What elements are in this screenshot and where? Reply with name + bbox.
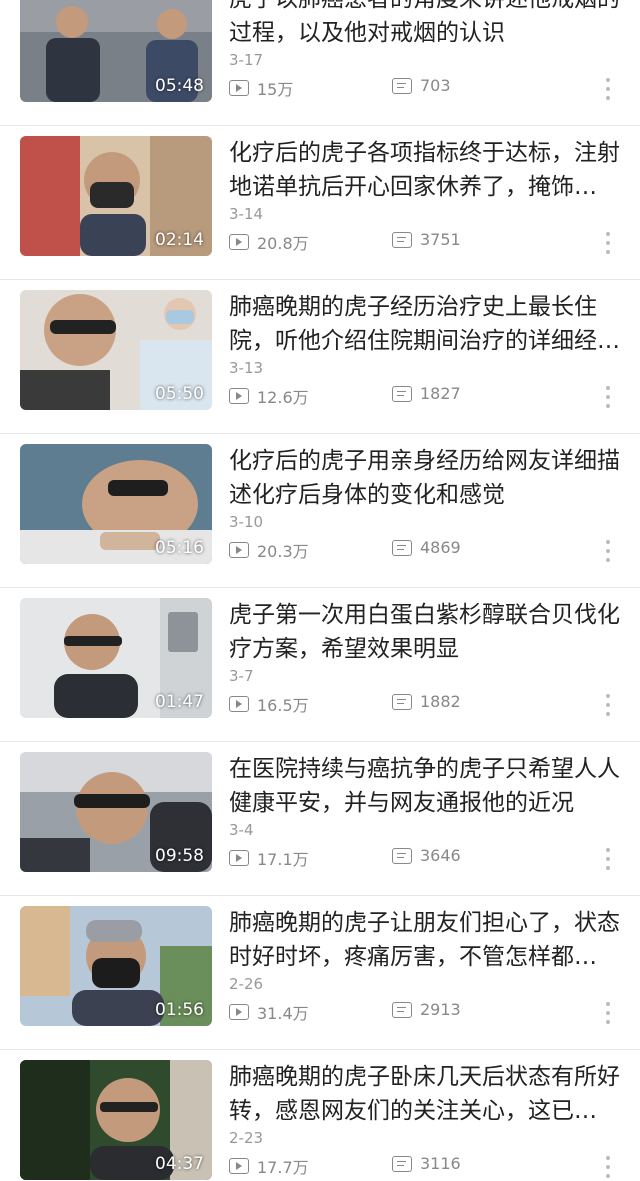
video-thumbnail[interactable]: 05:48 [20,0,212,102]
video-title[interactable]: 肺癌晚期的虎子卧床几天后状态有所好转，感恩网友们的关注关心，这已… [229,1060,621,1128]
more-options-icon[interactable] [600,1002,616,1024]
video-duration: 01:56 [155,1000,204,1020]
video-date: 2-26 [229,975,264,993]
video-thumbnail[interactable]: 09:58 [20,752,212,872]
comment-count-value: 3116 [420,1154,461,1173]
video-thumbnail[interactable]: 05:50 [20,290,212,410]
comment-icon [392,385,412,402]
view-count: 20.3万 [229,538,309,562]
video-thumbnail[interactable]: 05:16 [20,444,212,564]
view-count-value: 15万 [257,80,294,99]
play-count-icon [229,850,249,866]
video-duration: 02:14 [155,230,204,250]
video-date: 3-17 [229,51,264,69]
video-title[interactable]: 化疗后的虎子各项指标终于达标，注射地诺单抗后开心回家休养了，掩饰… [229,136,621,204]
comment-icon [392,693,412,710]
comment-count-value: 3751 [420,230,461,249]
play-count-icon [229,696,249,712]
video-item[interactable]: 02:14 化疗后的虎子各项指标终于达标，注射地诺单抗后开心回家休养了，掩饰… … [0,126,640,280]
video-title[interactable]: 虎子以肺癌患者的角度来讲述他戒烟的过程，以及他对戒烟的认识 [229,0,621,50]
comment-count: 3751 [392,230,461,249]
play-count-icon [229,234,249,250]
view-count-value: 12.6万 [257,388,309,407]
more-options-icon[interactable] [600,1156,616,1178]
comment-count-value: 703 [420,76,451,95]
comment-count-value: 4869 [420,538,461,557]
video-item[interactable]: 05:48 虎子以肺癌患者的角度来讲述他戒烟的过程，以及他对戒烟的认识 3-17… [0,0,640,126]
view-count-value: 17.1万 [257,850,309,869]
comment-icon [392,77,412,94]
view-count: 20.8万 [229,230,309,254]
video-duration: 05:50 [155,384,204,404]
comment-icon [392,539,412,556]
comment-count: 1827 [392,384,461,403]
video-date: 3-10 [229,513,264,531]
more-options-icon[interactable] [600,386,616,408]
comment-icon [392,231,412,248]
comment-icon [392,1001,412,1018]
view-count-value: 20.3万 [257,542,309,561]
video-date: 3-13 [229,359,264,377]
view-count: 17.7万 [229,1154,309,1178]
video-date: 2-23 [229,1129,264,1147]
more-options-icon[interactable] [600,540,616,562]
comment-count: 1882 [392,692,461,711]
comment-count-value: 1882 [420,692,461,711]
more-options-icon[interactable] [600,232,616,254]
play-count-icon [229,388,249,404]
video-thumbnail[interactable]: 01:47 [20,598,212,718]
comment-count: 703 [392,76,451,95]
video-title[interactable]: 肺癌晚期的虎子经历治疗史上最长住院，听他介绍住院期间治疗的详细经… [229,290,621,358]
video-duration: 04:37 [155,1154,204,1174]
view-count-value: 20.8万 [257,234,309,253]
comment-count: 2913 [392,1000,461,1019]
video-item[interactable]: 01:56 肺癌晚期的虎子让朋友们担心了，状态时好时坏，疼痛厉害，不管怎样都… … [0,896,640,1050]
video-duration: 01:47 [155,692,204,712]
video-thumbnail[interactable]: 02:14 [20,136,212,256]
play-count-icon [229,1158,249,1174]
video-title[interactable]: 在医院持续与癌抗争的虎子只希望人人健康平安，并与网友通报他的近况 [229,752,621,820]
video-list: 05:48 虎子以肺癌患者的角度来讲述他戒烟的过程，以及他对戒烟的认识 3-17… [0,0,640,1181]
video-title[interactable]: 化疗后的虎子用亲身经历给网友详细描述化疗后身体的变化和感觉 [229,444,621,512]
video-duration: 09:58 [155,846,204,866]
video-thumbnail[interactable]: 04:37 [20,1060,212,1180]
video-title[interactable]: 肺癌晚期的虎子让朋友们担心了，状态时好时坏，疼痛厉害，不管怎样都… [229,906,621,974]
video-item[interactable]: 04:37 肺癌晚期的虎子卧床几天后状态有所好转，感恩网友们的关注关心，这已… … [0,1050,640,1181]
view-count: 31.4万 [229,1000,309,1024]
video-item[interactable]: 01:47 虎子第一次用白蛋白紫杉醇联合贝伐化疗方案，希望效果明显 3-7 16… [0,588,640,742]
view-count: 15万 [229,76,293,100]
comment-count-value: 3646 [420,846,461,865]
play-count-icon [229,80,249,96]
video-duration: 05:48 [155,76,204,96]
comment-count: 4869 [392,538,461,557]
view-count-value: 31.4万 [257,1004,309,1023]
play-count-icon [229,542,249,558]
video-duration: 05:16 [155,538,204,558]
video-date: 3-4 [229,821,254,839]
view-count-value: 17.7万 [257,1158,309,1177]
more-options-icon[interactable] [600,78,616,100]
video-title[interactable]: 虎子第一次用白蛋白紫杉醇联合贝伐化疗方案，希望效果明显 [229,598,621,666]
video-date: 3-7 [229,667,254,685]
comment-count: 3116 [392,1154,461,1173]
more-options-icon[interactable] [600,848,616,870]
view-count: 12.6万 [229,384,309,408]
comment-count-value: 1827 [420,384,461,403]
comment-count-value: 2913 [420,1000,461,1019]
view-count: 17.1万 [229,846,309,870]
view-count: 16.5万 [229,692,309,716]
video-thumbnail[interactable]: 01:56 [20,906,212,1026]
view-count-value: 16.5万 [257,696,309,715]
more-options-icon[interactable] [600,694,616,716]
comment-icon [392,1155,412,1172]
video-date: 3-14 [229,205,264,223]
comment-icon [392,847,412,864]
video-item[interactable]: 05:16 化疗后的虎子用亲身经历给网友详细描述化疗后身体的变化和感觉 3-10… [0,434,640,588]
play-count-icon [229,1004,249,1020]
comment-count: 3646 [392,846,461,865]
video-item[interactable]: 05:50 肺癌晚期的虎子经历治疗史上最长住院，听他介绍住院期间治疗的详细经… … [0,280,640,434]
video-item[interactable]: 09:58 在医院持续与癌抗争的虎子只希望人人健康平安，并与网友通报他的近况 3… [0,742,640,896]
